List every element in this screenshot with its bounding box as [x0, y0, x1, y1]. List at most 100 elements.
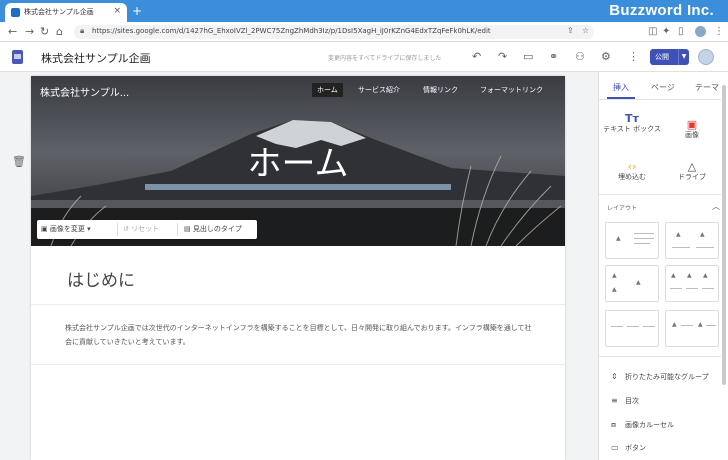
layout-option-4[interactable]: ▲ ▲ ▲ — [665, 265, 719, 302]
layout-image-icon: ▲ — [676, 231, 681, 238]
insert-embed[interactable]: ‹› 埋め込む — [602, 160, 662, 182]
change-image-button[interactable]: ▣ 画像を変更 ▾ — [41, 224, 91, 234]
text-box-icon: Tт — [625, 112, 639, 125]
layout-option-6[interactable]: ▲ ▲ — [665, 310, 719, 347]
undo-icon[interactable]: ↶ — [472, 50, 481, 63]
lock-icon[interactable]: 🔒︎ — [80, 26, 84, 36]
layout-option-5[interactable] — [605, 310, 659, 347]
sites-header: 株式会社サンプル企画 変更内容をすべてドライブに保存しました ↶ ↷ ▭ ⚭ ⚇… — [0, 42, 728, 72]
button-icon: ▭ — [611, 443, 619, 452]
chevron-up-icon[interactable]: ︿ — [712, 201, 720, 212]
layout-image-icon: ▲ — [616, 235, 621, 242]
home-icon[interactable]: ⌂ — [56, 25, 63, 38]
insert-collapsible-group[interactable]: ⇕ 折りたたみ可能なグループ — [611, 372, 709, 382]
publish-dropdown-icon[interactable]: ▼ — [678, 49, 689, 65]
tab-themes[interactable]: テーマ — [695, 82, 719, 93]
hero-title-underline — [145, 184, 451, 190]
layout-line — [672, 247, 690, 248]
bookmark-star-icon[interactable]: ☆ — [582, 26, 589, 35]
link-icon[interactable]: ⚭ — [549, 50, 558, 63]
insert-button[interactable]: ▭ ボタン — [611, 443, 646, 453]
toolbar-divider — [177, 223, 178, 236]
hero-site-name[interactable]: 株式会社サンプル... — [40, 84, 129, 99]
tab-insert[interactable]: 挿入 — [613, 82, 629, 93]
header-type-button[interactable]: ▤ 見出しのタイプ — [184, 224, 242, 234]
browser-tab-bar: 株式会社サンプル企画 × + Buzzword Inc. — [0, 0, 728, 22]
google-sites-logo-icon[interactable] — [12, 50, 23, 64]
layout-section-title: レイアウト — [607, 205, 638, 212]
forward-icon[interactable]: → — [25, 25, 34, 38]
new-tab-button[interactable]: + — [132, 4, 142, 18]
carousel-icon: ⧈ — [611, 420, 617, 429]
layout-line — [634, 233, 654, 234]
nav-info-links[interactable]: 情報リンク — [418, 83, 463, 97]
insert-label: テキスト ボックス — [603, 125, 661, 133]
nav-services[interactable]: サービス紹介 — [353, 83, 405, 97]
insert-table-of-contents[interactable]: ≡ 目次 — [611, 396, 639, 406]
embed-icon: ‹› — [627, 160, 637, 173]
sites-favicon-icon — [11, 8, 20, 17]
drive-icon: △ — [687, 160, 697, 173]
header-type-label: 見出しのタイプ — [192, 225, 242, 233]
avatar[interactable] — [698, 49, 714, 65]
section-paragraph[interactable]: 株式会社サンプル企画では次世代のインターネットインフラを構築することを目標として… — [65, 321, 535, 349]
tab-close-icon[interactable]: × — [113, 6, 121, 16]
profile-icon[interactable] — [695, 26, 706, 37]
insert-image-carousel[interactable]: ⧈ 画像カルーセル — [611, 420, 674, 430]
menu-icon[interactable]: ⋮ — [714, 26, 724, 37]
url-text[interactable]: https://sites.google.com/d/1427hG_EhxoIV… — [92, 27, 491, 35]
insert-label: 埋め込む — [618, 173, 646, 181]
reset-button[interactable]: ↺ リセット — [123, 224, 159, 234]
layout-line — [634, 238, 654, 239]
publish-button[interactable]: 公開 ▼ — [650, 49, 689, 65]
layout-line — [634, 243, 650, 244]
insert-image[interactable]: ▣ 画像 — [662, 118, 722, 140]
layout-image-icon: ▲ — [671, 272, 676, 279]
layout-image-icon: ▲ — [636, 279, 641, 286]
redo-icon[interactable]: ↷ — [498, 50, 507, 63]
right-panel: 挿入 ページ テーマ Tт テキスト ボックス ▣ 画像 ‹› 埋め込む △ ド… — [598, 72, 728, 460]
sidepanel-icon[interactable]: ▯ — [678, 26, 684, 37]
puzzle-icon[interactable]: ✦ — [662, 26, 670, 37]
toolbar-divider — [117, 223, 118, 236]
tab-title: 株式会社サンプル企画 — [24, 8, 94, 16]
extension-icon[interactable]: ◫ — [648, 26, 657, 37]
reset-icon: ↺ — [123, 225, 132, 233]
tab-pages[interactable]: ページ — [651, 82, 675, 93]
back-icon[interactable]: ← — [8, 25, 17, 38]
panel-scrollbar[interactable] — [722, 85, 726, 385]
layout-image-icon: ▲ — [687, 272, 692, 279]
settings-icon[interactable]: ⚙ — [601, 50, 611, 63]
share-page-icon[interactable]: ⇪ — [567, 26, 574, 35]
layout-option-3[interactable]: ▲ ▲ ▲ — [605, 265, 659, 302]
layout-option-2[interactable]: ▲ ▲ — [665, 222, 719, 259]
layout-line — [643, 326, 655, 327]
layout-image-icon: ▲ — [703, 272, 708, 279]
watermark: Buzzword Inc. — [609, 2, 714, 19]
layout-line — [696, 247, 714, 248]
nav-format-links[interactable]: フォーマットリンク — [475, 83, 548, 97]
layout-image-icon: ▲ — [700, 231, 705, 238]
preview-icon[interactable]: ▭ — [523, 50, 533, 63]
more-icon[interactable]: ⋮ — [628, 50, 639, 63]
layout-line — [706, 325, 716, 326]
trash-icon[interactable]: 🗑︎ — [12, 155, 26, 168]
browser-tab[interactable]: 株式会社サンプル企画 × — [5, 3, 127, 22]
more-label: ボタン — [625, 444, 646, 452]
section-divider — [31, 304, 565, 305]
section-heading[interactable]: はじめに — [67, 266, 135, 291]
nav-home[interactable]: ホーム — [312, 83, 343, 97]
share-icon[interactable]: ⚇ — [575, 50, 585, 63]
reload-icon[interactable]: ↻ — [40, 25, 49, 38]
insert-text-box[interactable]: Tт テキスト ボックス — [602, 112, 662, 134]
hero-header[interactable]: 株式会社サンプル... ホーム サービス紹介 情報リンク フォーマットリンク ホ… — [31, 76, 565, 246]
hero-title[interactable]: ホーム — [31, 136, 565, 185]
address-bar[interactable]: 🔒︎ https://sites.google.com/d/1427hG_Ehx… — [74, 25, 594, 39]
layout-line — [627, 326, 639, 327]
image-icon: ▣ — [686, 118, 698, 131]
layout-option-1[interactable]: ▲ — [605, 222, 659, 259]
insert-drive[interactable]: △ ドライブ — [662, 160, 722, 182]
document-title[interactable]: 株式会社サンプル企画 — [41, 50, 151, 66]
more-label: 目次 — [625, 397, 639, 405]
panel-divider — [599, 99, 721, 100]
